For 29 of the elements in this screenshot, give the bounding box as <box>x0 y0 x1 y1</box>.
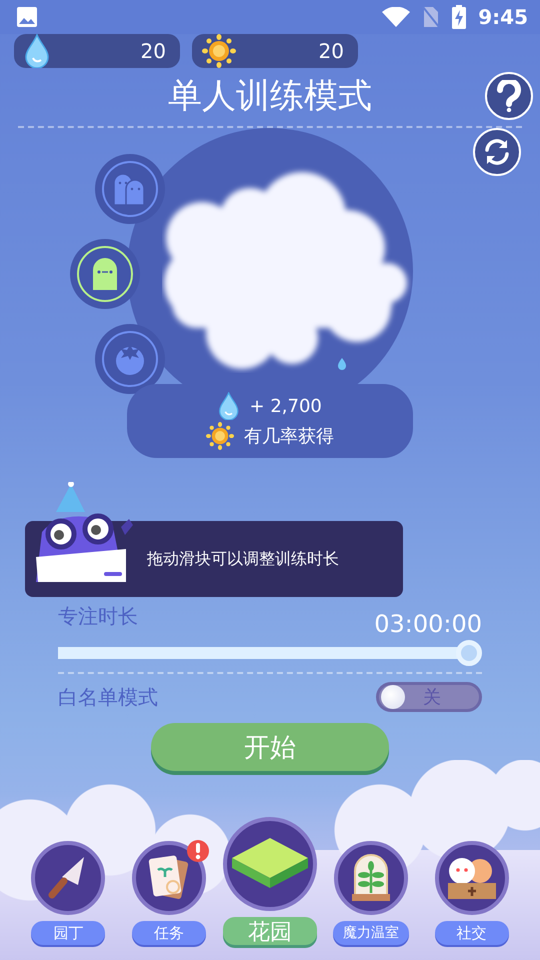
whitelist-label: 白名单模式 <box>58 684 158 710</box>
nav-tab[interactable]: 园丁 <box>31 921 106 945</box>
start-button[interactable]: 开始 <box>151 723 389 771</box>
wifi-icon <box>382 7 410 27</box>
water-drop-icon <box>218 392 240 420</box>
duration-value: 03:00:00 <box>374 610 482 638</box>
nav-tab[interactable]: 魔力温室 <box>332 921 409 945</box>
status-time: 9:45 <box>478 5 528 29</box>
duration-label: 专注时长 <box>58 603 138 630</box>
question-mark-icon <box>495 80 523 112</box>
sun-reward-note: 有几率获得 <box>244 425 334 448</box>
page-title: 单人训练模式 <box>168 75 372 118</box>
water-drop-icon <box>24 34 50 68</box>
refresh-button[interactable] <box>473 128 521 176</box>
nav-tab[interactable]: 任务 <box>132 921 206 945</box>
battery-charging-icon <box>452 5 466 29</box>
currency-amount: 20 <box>140 39 166 63</box>
ghost-icon <box>92 258 118 290</box>
help-button[interactable] <box>485 72 533 120</box>
no-sim-icon <box>422 6 440 28</box>
water-reward: + 2,700 <box>250 396 322 416</box>
nav-tab[interactable]: 社交 <box>434 921 509 945</box>
sun-icon <box>206 422 234 450</box>
tip-text: 拖动滑块可以调整训练时长 <box>147 548 339 570</box>
nav-tab[interactable]: 花园 <box>222 917 317 945</box>
image-icon <box>16 6 38 28</box>
slider-handle[interactable] <box>456 640 482 666</box>
sun-icon <box>202 34 236 68</box>
currency-amount: 20 <box>318 39 344 63</box>
